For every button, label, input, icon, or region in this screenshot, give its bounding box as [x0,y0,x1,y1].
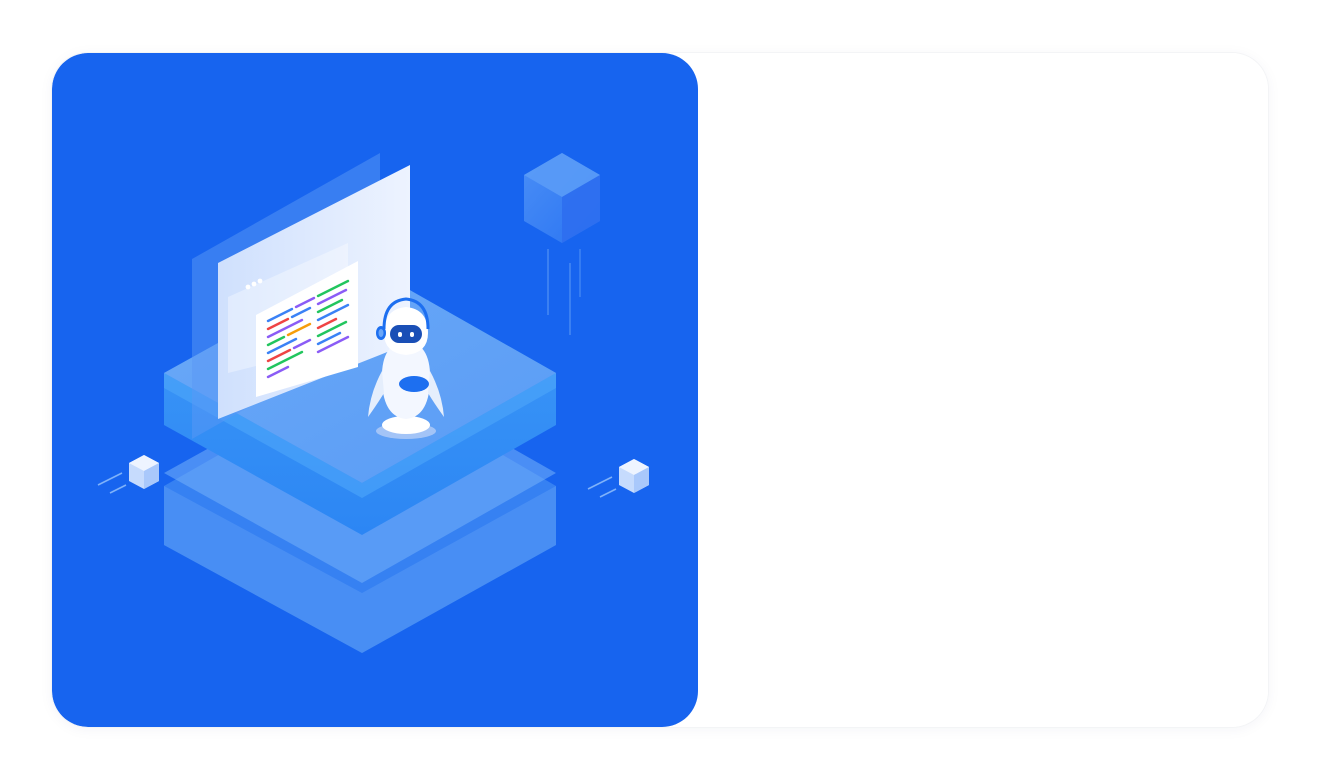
cube-icon [587,459,649,498]
form-panel [698,53,1268,727]
cube-icon [97,455,159,494]
login-card [52,53,1268,727]
cube-icon [524,153,600,335]
hero-illustration-panel [52,53,698,727]
login-page [0,0,1320,780]
hero-illustration [97,153,649,653]
